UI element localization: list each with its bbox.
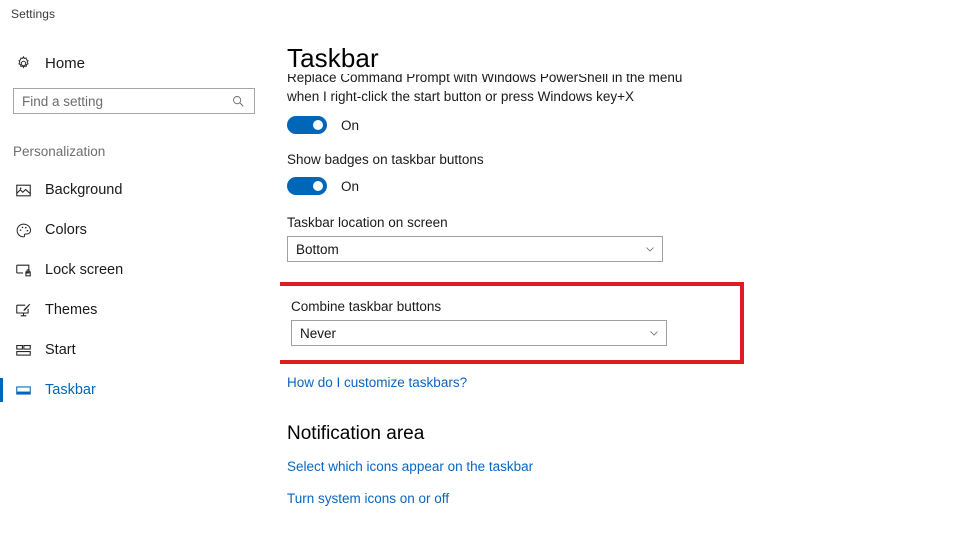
window-title: Settings [11, 7, 56, 21]
powershell-toggle-state: On [341, 117, 360, 133]
sidebar-item-lock-screen[interactable]: Lock screen [0, 250, 280, 290]
sidebar-item-label: Lock screen [45, 262, 124, 278]
badges-toggle-row: On [280, 177, 956, 195]
monitor-pencil-icon [12, 299, 34, 321]
sidebar-item-label: Colors [45, 222, 87, 238]
sidebar-item-home[interactable]: Home [0, 48, 265, 78]
taskbar-icon [12, 379, 34, 401]
window-titlebar: Settings [0, 0, 956, 30]
customize-taskbars-link[interactable]: How do I customize taskbars? [280, 375, 956, 390]
chevron-down-icon [642, 327, 666, 339]
search-input[interactable]: Find a setting [13, 88, 255, 114]
taskbar-location-label: Taskbar location on screen [287, 215, 448, 230]
sidebar-item-taskbar[interactable]: Taskbar [0, 370, 280, 410]
select-icons-link[interactable]: Select which icons appear on the taskbar [280, 459, 956, 474]
selection-accent [0, 258, 3, 282]
selection-accent [0, 338, 3, 362]
chevron-down-icon [638, 243, 662, 255]
search-placeholder: Find a setting [22, 93, 104, 109]
toggle-knob [313, 120, 323, 130]
sidebar-item-label: Background [45, 182, 123, 198]
sidebar-item-label: Themes [45, 302, 98, 318]
sidebar-group-label: Personalization [13, 144, 106, 159]
sidebar-item-label: Taskbar [45, 382, 96, 398]
selection-accent [0, 218, 3, 242]
combine-taskbar-buttons-label: Combine taskbar buttons [291, 299, 442, 314]
sidebar-home-label: Home [45, 54, 86, 72]
combine-taskbar-buttons-highlight: Combine taskbar buttons Never [280, 282, 744, 364]
sidebar: Home Find a setting Personalization Back… [0, 30, 280, 540]
selection-accent [0, 378, 3, 402]
badges-toggle-state: On [341, 178, 360, 194]
powershell-setting-description: Replace Command Prompt with Windows Powe… [287, 74, 683, 104]
picture-icon [12, 179, 34, 201]
tiles-icon [12, 339, 34, 361]
main-content: Taskbar Replace Command Prompt with Wind… [280, 30, 956, 540]
sidebar-item-start[interactable]: Start [0, 330, 280, 370]
monitor-lock-icon [12, 259, 34, 281]
selection-accent [0, 298, 3, 322]
search-icon[interactable] [228, 94, 248, 108]
palette-icon [12, 219, 34, 241]
badges-toggle[interactable] [287, 177, 327, 195]
selection-accent [0, 178, 3, 202]
powershell-toggle-row: On [280, 116, 956, 134]
sidebar-item-themes[interactable]: Themes [0, 290, 280, 330]
combine-taskbar-buttons-value: Never [300, 325, 337, 341]
taskbar-location-value: Bottom [296, 241, 339, 257]
taskbar-location-dropdown[interactable]: Bottom [287, 236, 663, 262]
toggle-knob [313, 181, 323, 191]
settings-scroll-pane[interactable]: Replace Command Prompt with Windows Powe… [280, 74, 956, 540]
gear-icon [12, 52, 34, 74]
badges-setting-label: Show badges on taskbar buttons [287, 152, 484, 167]
powershell-toggle[interactable] [287, 116, 327, 134]
notification-area-heading: Notification area [287, 423, 425, 444]
system-icons-link[interactable]: Turn system icons on or off [280, 491, 956, 506]
page-title: Taskbar [287, 43, 379, 73]
sidebar-item-background[interactable]: Background [0, 170, 280, 210]
sidebar-item-label: Start [45, 342, 76, 358]
sidebar-item-colors[interactable]: Colors [0, 210, 280, 250]
sidebar-nav: Background Colors Lock screen Themes Sta… [0, 170, 280, 410]
combine-taskbar-buttons-dropdown[interactable]: Never [291, 320, 667, 346]
